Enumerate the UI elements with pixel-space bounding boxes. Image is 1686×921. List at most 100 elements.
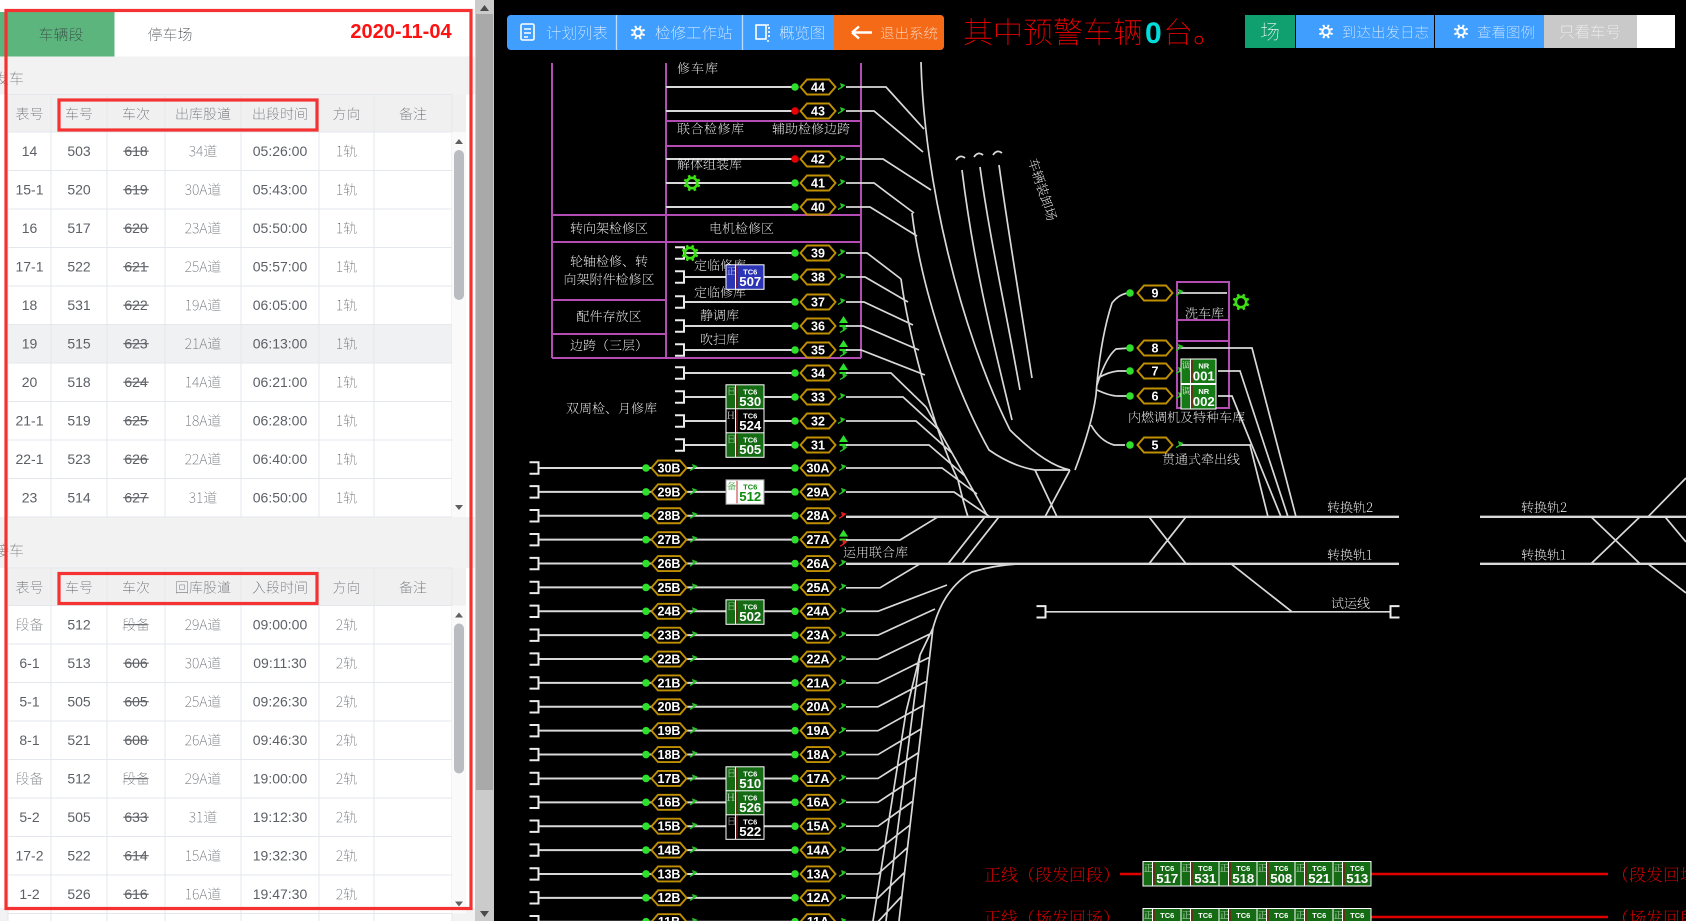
svg-text:19:47:30: 19:47:30 (253, 886, 308, 902)
svg-text:13A: 13A (807, 867, 830, 881)
svg-text:521: 521 (1308, 871, 1330, 886)
svg-text:20A: 20A (807, 700, 830, 714)
svg-text:22B: 22B (658, 652, 681, 666)
svg-text:28B: 28B (658, 509, 681, 523)
svg-text:515: 515 (67, 336, 91, 352)
svg-text:19:32:30: 19:32:30 (253, 848, 308, 864)
svg-text:505: 505 (67, 809, 91, 825)
svg-text:24A: 24A (807, 605, 830, 619)
svg-text:503: 503 (67, 143, 91, 159)
svg-text:05:26:00: 05:26:00 (253, 143, 308, 159)
svg-text:39: 39 (811, 246, 825, 260)
svg-text:18: 18 (22, 297, 38, 313)
svg-text:526: 526 (67, 886, 91, 902)
svg-text:25B: 25B (658, 581, 681, 595)
svg-text:505: 505 (67, 694, 91, 710)
svg-text:23: 23 (22, 490, 38, 506)
svg-text:1-2: 1-2 (19, 886, 39, 902)
svg-text:06:05:00: 06:05:00 (253, 297, 308, 313)
svg-text:09:46:30: 09:46:30 (253, 732, 308, 748)
svg-text:512: 512 (67, 617, 91, 633)
svg-text:12B: 12B (658, 891, 681, 905)
svg-text:21A: 21A (807, 676, 830, 690)
svg-text:31: 31 (811, 438, 825, 452)
svg-text:505: 505 (739, 442, 761, 457)
svg-text:5-2: 5-2 (19, 809, 39, 825)
svg-text:8-1: 8-1 (19, 732, 39, 748)
svg-text:16B: 16B (658, 796, 681, 810)
svg-text:35: 35 (811, 343, 825, 357)
svg-text:5-1: 5-1 (19, 694, 39, 710)
svg-text:520: 520 (67, 182, 91, 198)
svg-text:14A: 14A (807, 843, 830, 857)
svg-text:36: 36 (811, 319, 825, 333)
svg-text:42: 42 (811, 152, 825, 166)
svg-text:23A: 23A (807, 629, 830, 643)
svg-text:14: 14 (22, 143, 38, 159)
svg-text:526: 526 (739, 800, 761, 815)
svg-text:26B: 26B (658, 557, 681, 571)
svg-text:512: 512 (67, 771, 91, 787)
svg-text:16: 16 (22, 220, 38, 236)
svg-text:27A: 27A (807, 533, 830, 547)
svg-text:518: 518 (1232, 871, 1254, 886)
svg-text:530: 530 (739, 394, 761, 409)
svg-text:19:00:00: 19:00:00 (253, 771, 308, 787)
svg-text:30B: 30B (658, 461, 681, 475)
svg-text:21B: 21B (658, 676, 681, 690)
svg-text:32: 32 (811, 414, 825, 428)
svg-text:522: 522 (739, 824, 761, 839)
svg-text:05:57:00: 05:57:00 (253, 259, 308, 275)
svg-text:28A: 28A (807, 509, 830, 523)
svg-text:13B: 13B (658, 867, 681, 881)
svg-text:27B: 27B (658, 533, 681, 547)
svg-text:519: 519 (67, 413, 91, 429)
svg-text:15B: 15B (658, 820, 681, 834)
svg-text:15-1: 15-1 (15, 182, 43, 198)
svg-text:514: 514 (67, 490, 91, 506)
svg-text:9: 9 (1152, 286, 1159, 300)
svg-text:17-1: 17-1 (15, 259, 43, 275)
svg-text:06:21:00: 06:21:00 (253, 374, 308, 390)
svg-text:38: 38 (811, 270, 825, 284)
svg-text:40: 40 (811, 200, 825, 214)
svg-text:507: 507 (739, 274, 761, 289)
svg-text:14B: 14B (658, 843, 681, 857)
svg-text:522: 522 (67, 848, 91, 864)
svg-text:20: 20 (22, 374, 38, 390)
svg-text:2020-11-04: 2020-11-04 (350, 21, 452, 43)
svg-text:41: 41 (811, 176, 825, 190)
svg-text:518: 518 (67, 374, 91, 390)
svg-text:0: 0 (1145, 17, 1162, 50)
svg-text:18B: 18B (658, 748, 681, 762)
svg-text:7: 7 (1152, 364, 1159, 378)
svg-text:19:12:30: 19:12:30 (253, 809, 308, 825)
svg-text:11B: 11B (658, 915, 680, 921)
svg-text:23B: 23B (658, 629, 681, 643)
svg-text:513: 513 (1346, 871, 1368, 886)
svg-text:513: 513 (67, 655, 91, 671)
svg-text:05:50:00: 05:50:00 (253, 220, 308, 236)
svg-text:8: 8 (1152, 341, 1159, 355)
svg-text:12A: 12A (807, 891, 830, 905)
svg-text:531: 531 (67, 297, 91, 313)
svg-text:19B: 19B (658, 724, 681, 738)
svg-text:523: 523 (67, 451, 91, 467)
svg-text:512: 512 (739, 489, 761, 504)
svg-text:22A: 22A (807, 652, 830, 666)
svg-text:15A: 15A (807, 820, 830, 834)
svg-text:17B: 17B (658, 772, 681, 786)
svg-text:06:50:00: 06:50:00 (253, 490, 308, 506)
svg-text:29B: 29B (658, 485, 681, 499)
svg-text:521: 521 (67, 732, 91, 748)
svg-text:517: 517 (1156, 871, 1178, 886)
svg-text:11A: 11A (807, 915, 829, 921)
svg-text:20B: 20B (658, 700, 681, 714)
svg-text:09:11:30: 09:11:30 (253, 655, 307, 671)
svg-text:531: 531 (1194, 871, 1216, 886)
svg-text:508: 508 (1270, 871, 1292, 886)
svg-text:30A: 30A (807, 461, 830, 475)
svg-text:06:13:00: 06:13:00 (253, 336, 308, 352)
svg-text:502: 502 (739, 609, 761, 624)
svg-text:18A: 18A (807, 748, 830, 762)
